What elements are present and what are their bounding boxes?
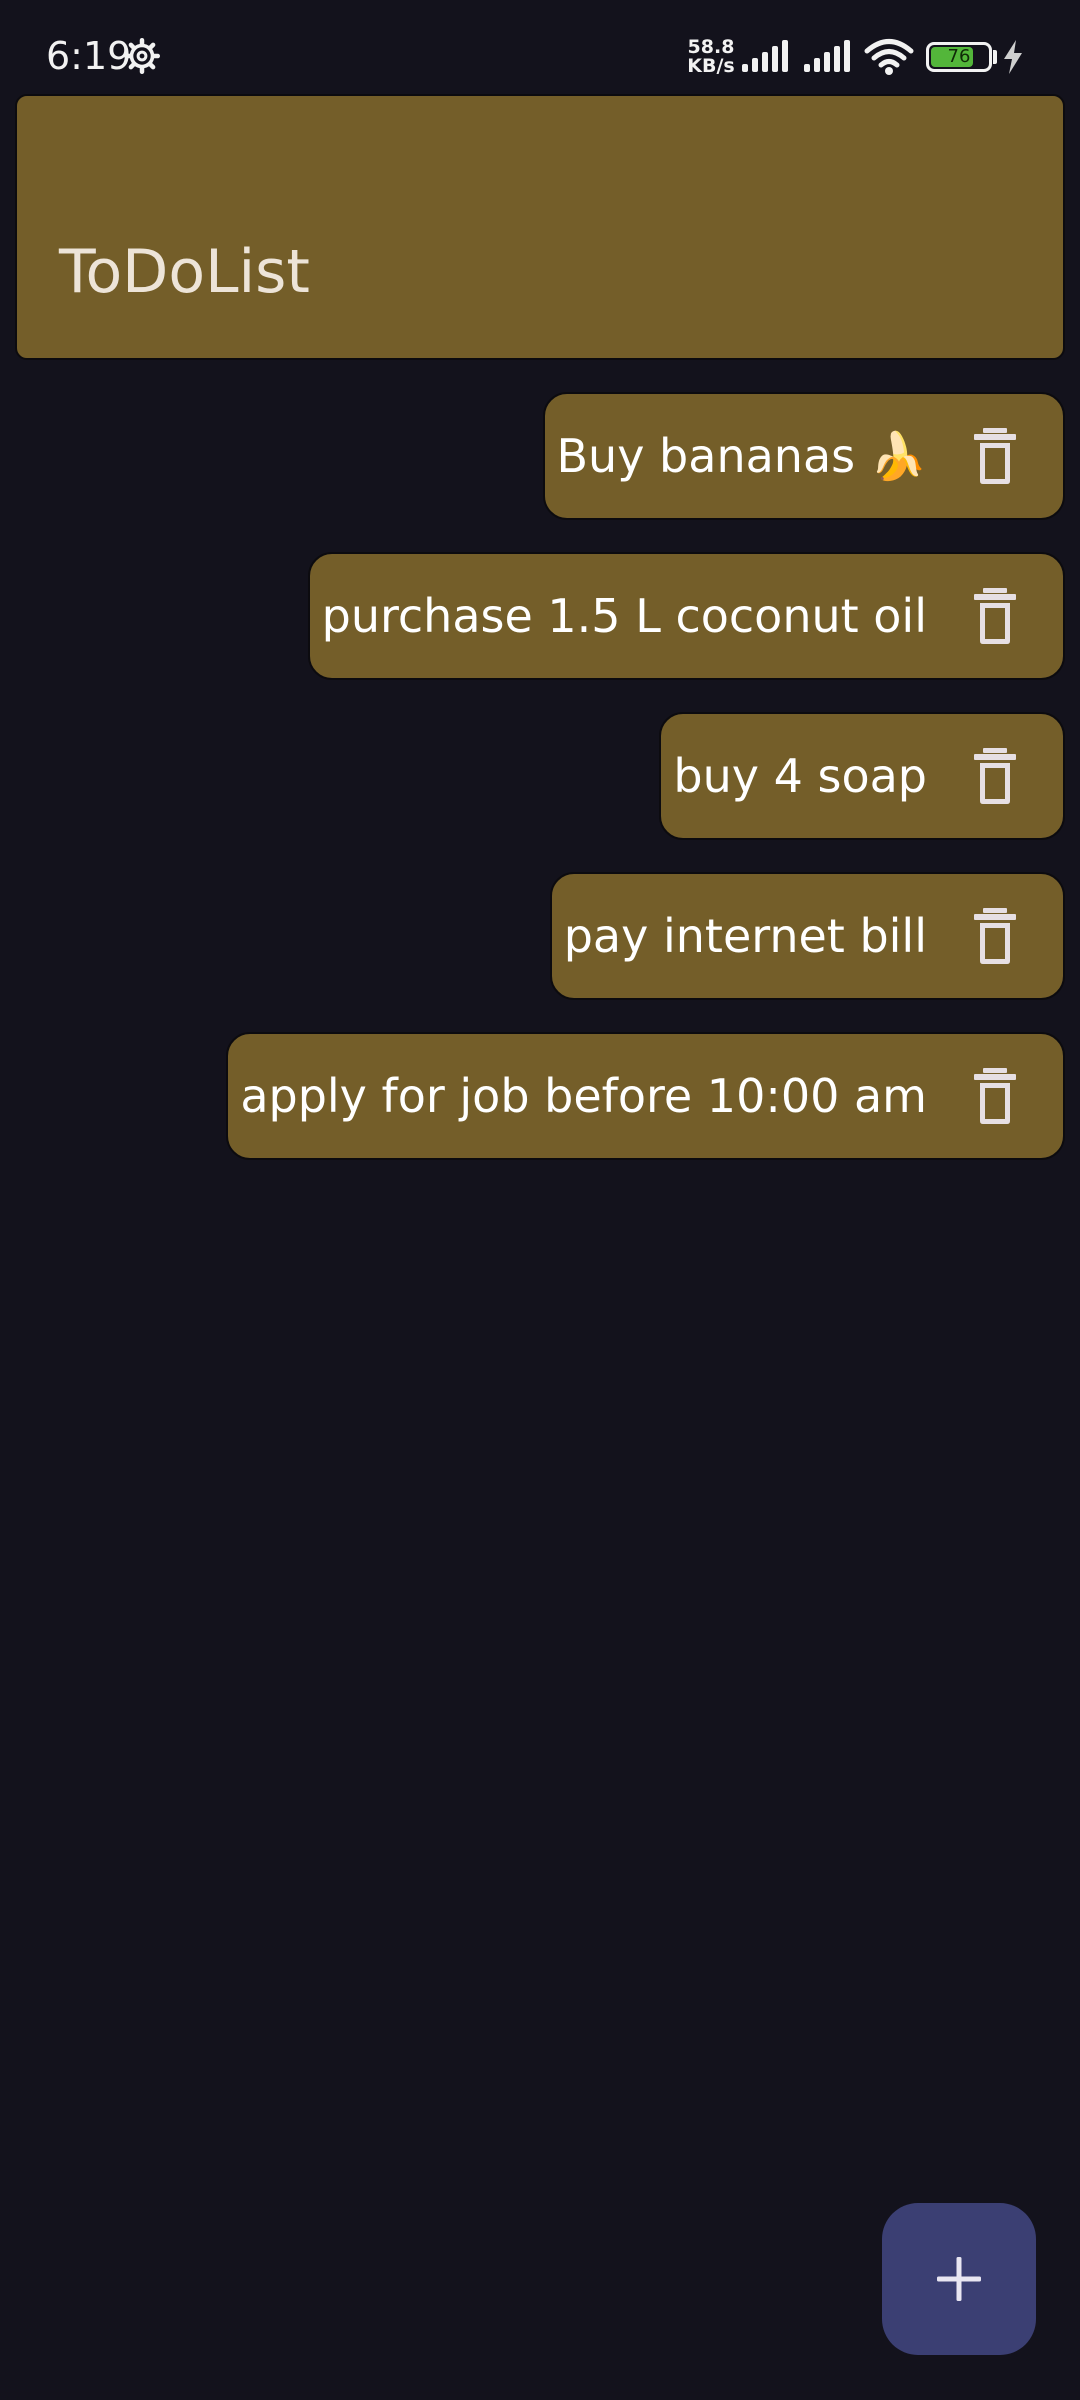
todo-item[interactable]: purchase 1.5 L coconut oil bbox=[307, 552, 1065, 680]
status-time: 6:19 bbox=[46, 34, 132, 78]
todo-text: pay internet bill bbox=[563, 909, 927, 963]
delete-button[interactable] bbox=[927, 1034, 1063, 1158]
screen: 6:19 58.8 KB/s 76 ToDoList Buy bananas 🍌… bbox=[0, 0, 1080, 2400]
network-speed-unit: KB/s bbox=[687, 55, 735, 77]
battery-level: 76 bbox=[947, 46, 971, 67]
todo-text: purchase 1.5 L coconut oil bbox=[321, 589, 927, 643]
todo-item[interactable]: buy 4 soap bbox=[659, 712, 1065, 840]
app-bar: ToDoList bbox=[15, 94, 1065, 360]
delete-button[interactable] bbox=[927, 714, 1063, 838]
trash-icon bbox=[974, 748, 1016, 804]
plus-icon bbox=[937, 2257, 981, 2301]
delete-button[interactable] bbox=[927, 394, 1063, 518]
add-todo-button[interactable] bbox=[882, 2203, 1036, 2355]
charging-icon bbox=[1004, 40, 1022, 74]
todo-item[interactable]: Buy bananas 🍌 bbox=[542, 392, 1065, 520]
todo-item[interactable]: apply for job before 10:00 am bbox=[226, 1032, 1065, 1160]
delete-button[interactable] bbox=[927, 874, 1063, 998]
trash-icon bbox=[974, 588, 1016, 644]
trash-icon bbox=[974, 428, 1016, 484]
delete-button[interactable] bbox=[927, 554, 1063, 678]
wifi-icon bbox=[864, 39, 914, 75]
gear-icon bbox=[124, 38, 160, 74]
signal-icon bbox=[742, 40, 788, 72]
status-bar: 6:19 58.8 KB/s 76 bbox=[0, 0, 1080, 90]
todo-text: buy 4 soap bbox=[673, 749, 927, 803]
todo-text: apply for job before 10:00 am bbox=[240, 1069, 927, 1123]
battery-icon: 76 bbox=[926, 42, 992, 72]
todo-list: Buy bananas 🍌 purchase 1.5 L coconut oil bbox=[15, 392, 1065, 1192]
signal-icon bbox=[804, 40, 850, 72]
network-speed: 58.8 KB/s bbox=[686, 38, 736, 76]
todo-text: Buy bananas 🍌 bbox=[556, 429, 928, 483]
battery-tip bbox=[993, 50, 997, 64]
todo-item[interactable]: pay internet bill bbox=[549, 872, 1065, 1000]
trash-icon bbox=[974, 908, 1016, 964]
app-title: ToDoList bbox=[59, 237, 310, 307]
trash-icon bbox=[974, 1068, 1016, 1124]
